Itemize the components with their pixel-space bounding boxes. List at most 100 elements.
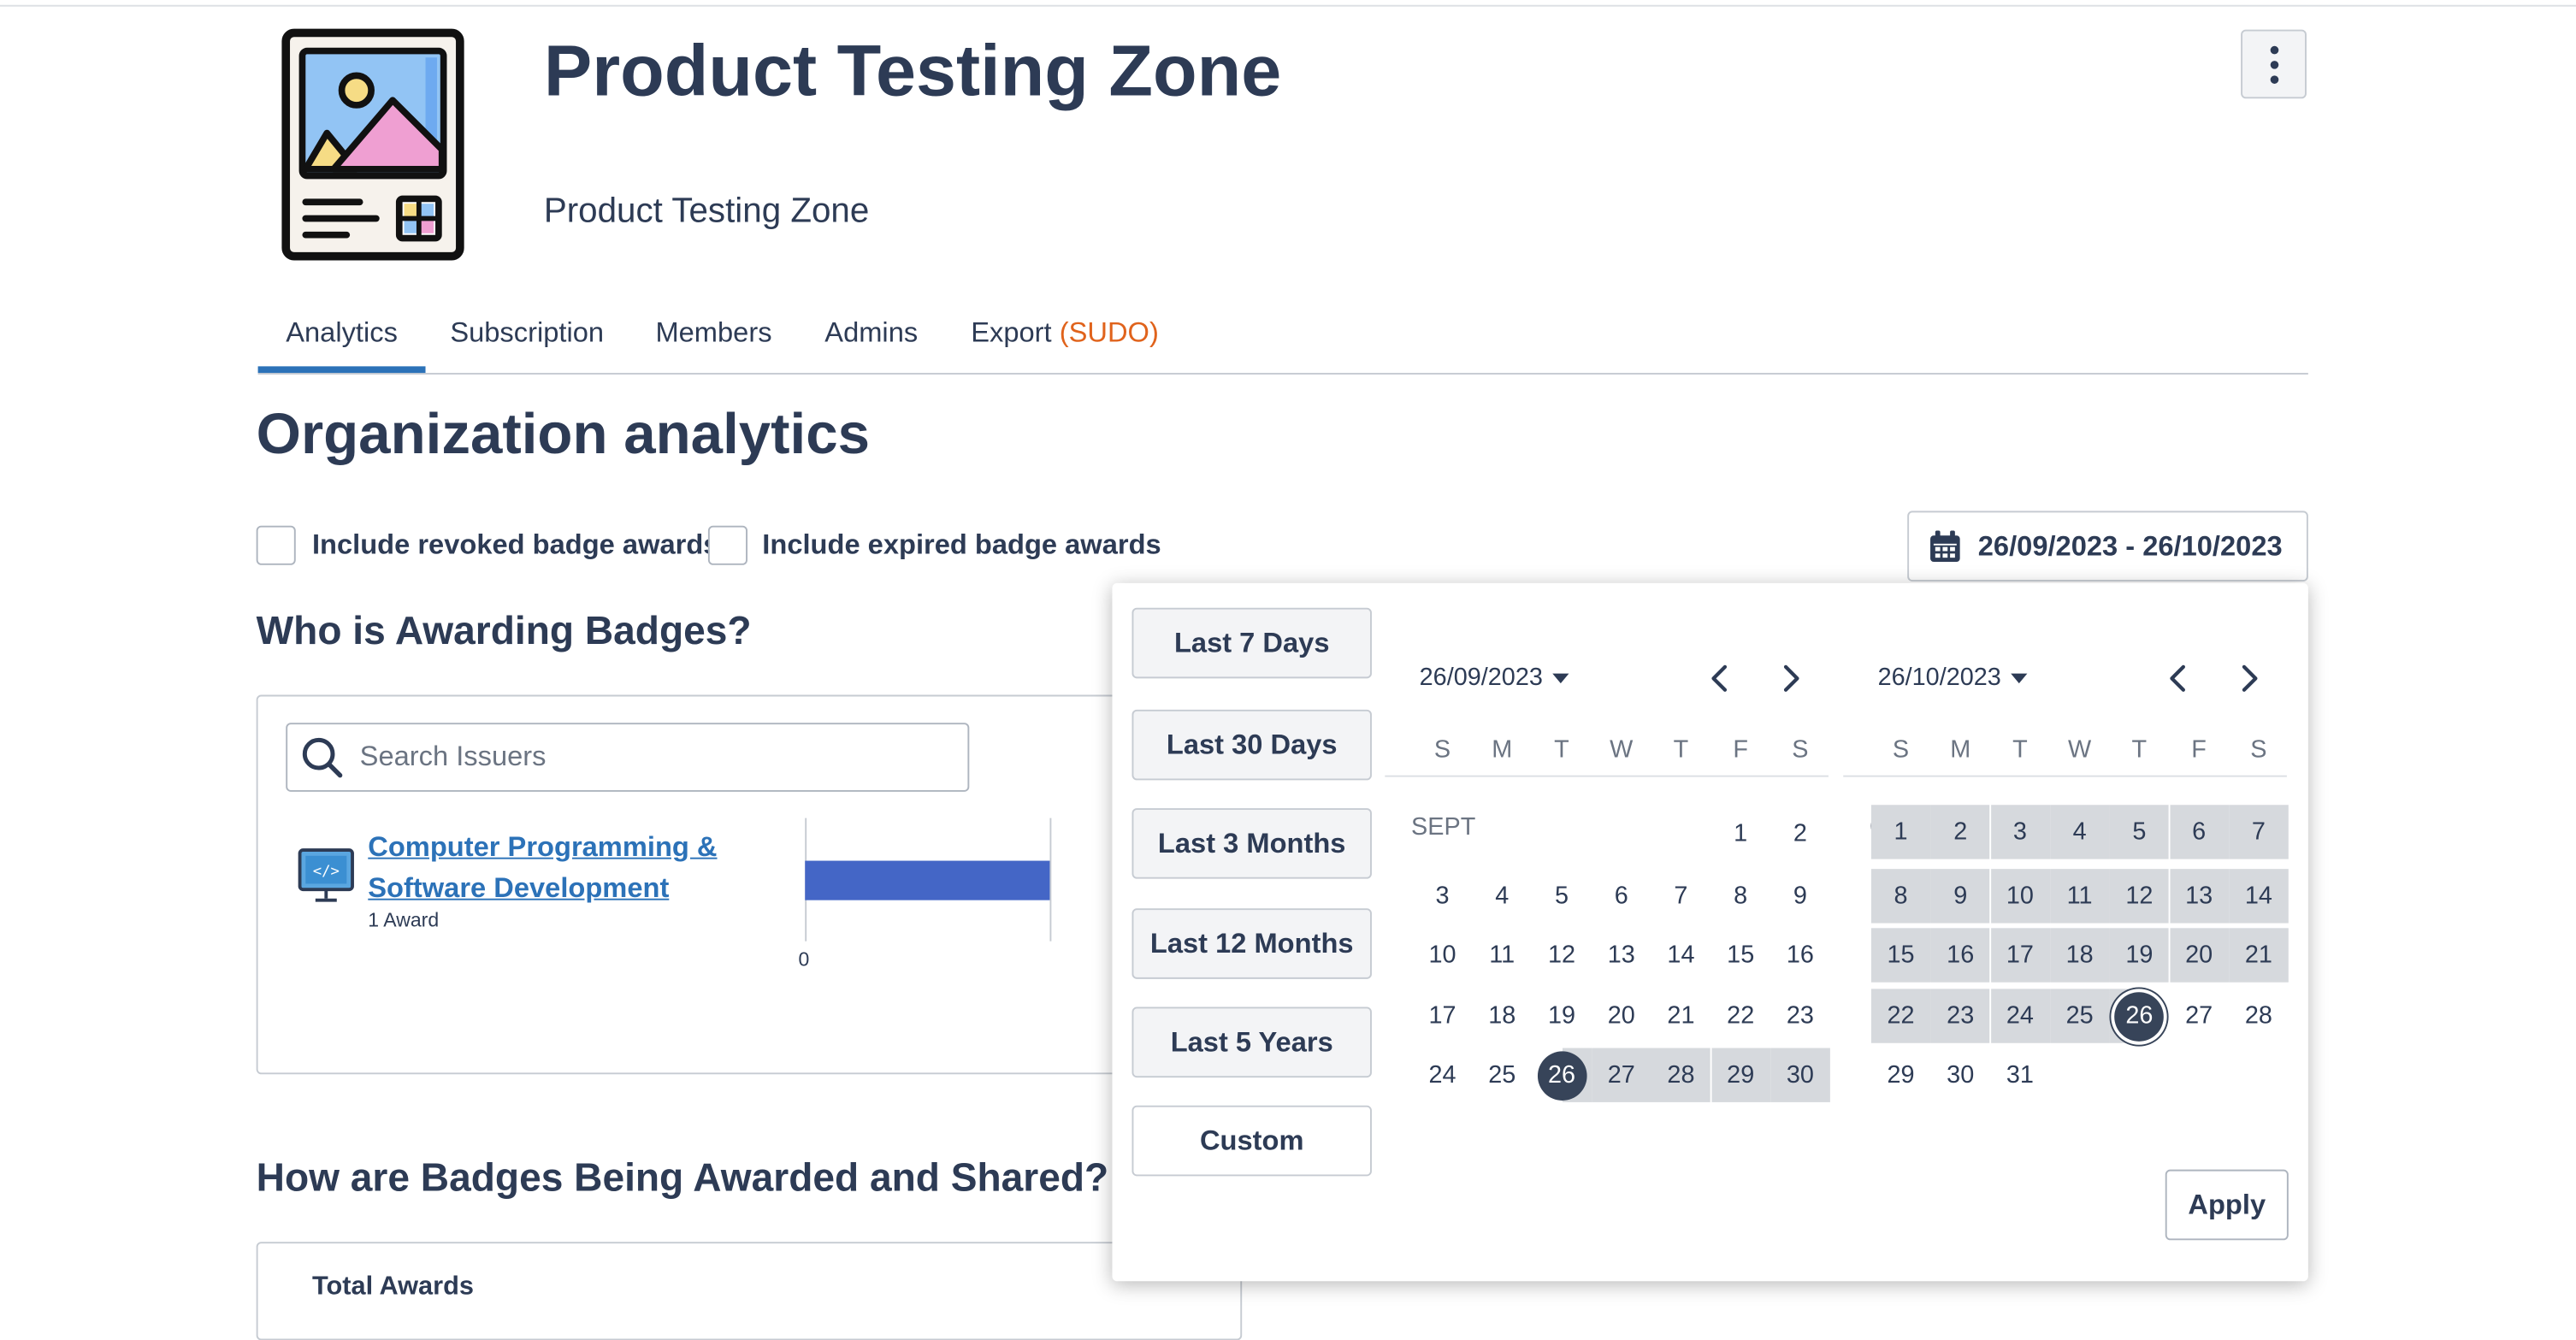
- preset-custom[interactable]: Custom: [1131, 1105, 1372, 1177]
- calendar-day[interactable]: 22: [1870, 989, 1931, 1043]
- search-issuers-field[interactable]: [286, 723, 970, 792]
- preset-last-7-days[interactable]: Last 7 Days: [1131, 607, 1372, 679]
- calendar-day[interactable]: 8: [1870, 869, 1931, 924]
- tab-export[interactable]: Export (SUDO): [971, 305, 1159, 371]
- calendar-day[interactable]: 30: [1931, 1048, 1990, 1102]
- include-expired-label[interactable]: Include expired badge awards: [762, 526, 1161, 565]
- calendar-day[interactable]: 19: [1532, 989, 1591, 1042]
- calendar-day[interactable]: 7: [1651, 869, 1710, 923]
- preset-last-3-months[interactable]: Last 3 Months: [1131, 808, 1372, 879]
- calendar-day[interactable]: 28: [1651, 1048, 1711, 1102]
- calendar-day[interactable]: 24: [1413, 1048, 1472, 1102]
- calendar-day[interactable]: 26: [1532, 1048, 1592, 1102]
- calendar-day-number: 7: [2251, 818, 2266, 847]
- calendar-day[interactable]: 7: [2229, 805, 2289, 859]
- calendar-day[interactable]: 16: [1770, 928, 1829, 982]
- calendar-day-number: 27: [2185, 1001, 2213, 1030]
- calendar-day[interactable]: 18: [2050, 928, 2110, 983]
- tab-admins[interactable]: Admins: [824, 305, 918, 371]
- calendar-day[interactable]: 28: [2229, 989, 2288, 1042]
- right-next-month-button[interactable]: [2233, 662, 2266, 694]
- tab-members[interactable]: Members: [655, 305, 771, 371]
- calendar-icon: [1930, 529, 1960, 561]
- calendar-day[interactable]: 21: [2229, 928, 2289, 983]
- calendar-day[interactable]: 25: [1473, 1048, 1532, 1102]
- right-month-select[interactable]: 26/10/2023: [1878, 664, 2028, 692]
- calendar-day[interactable]: 17: [1413, 989, 1472, 1042]
- include-revoked-label[interactable]: Include revoked badge awards: [312, 526, 718, 565]
- calendar-day[interactable]: 6: [2169, 805, 2229, 859]
- calendar-day-number: 23: [1786, 1001, 1814, 1030]
- calendar-day[interactable]: 20: [2169, 928, 2229, 983]
- calendar-day[interactable]: 3: [1990, 805, 2050, 859]
- date-range-button[interactable]: 26/09/2023 - 26/10/2023: [1907, 511, 2308, 581]
- right-weekday-row: SMTWTFS: [1843, 726, 2287, 777]
- calendar-day[interactable]: 16: [1930, 928, 1990, 983]
- calendar-day[interactable]: 30: [1770, 1048, 1830, 1102]
- calendar-day[interactable]: 9: [1770, 869, 1829, 923]
- page-title: Product Testing Zone: [543, 31, 1282, 112]
- calendar-day[interactable]: 19: [2109, 928, 2169, 983]
- calendar-day[interactable]: 31: [1990, 1048, 2049, 1102]
- calendar-day[interactable]: 11: [1473, 928, 1532, 982]
- calendar-day[interactable]: 17: [1990, 928, 2050, 983]
- calendar-day[interactable]: 21: [1651, 989, 1710, 1042]
- calendar-day[interactable]: 11: [2050, 869, 2110, 924]
- calendar-day[interactable]: 12: [2109, 869, 2169, 924]
- calendar-day[interactable]: 25: [2050, 989, 2110, 1043]
- tab-analytics[interactable]: Analytics: [257, 305, 426, 374]
- more-options-button[interactable]: [2241, 29, 2307, 99]
- calendar-day[interactable]: 13: [1592, 928, 1651, 982]
- calendar-day-number: 11: [1489, 941, 1515, 970]
- calendar-day[interactable]: 8: [1711, 869, 1770, 923]
- calendar-day[interactable]: 26: [2109, 989, 2169, 1043]
- left-next-month-button[interactable]: [1775, 662, 1807, 694]
- calendar-day[interactable]: 3: [1413, 869, 1472, 923]
- calendar-day[interactable]: 23: [1770, 989, 1829, 1042]
- calendar-day[interactable]: 5: [1532, 869, 1591, 923]
- calendar-day[interactable]: 4: [1473, 869, 1532, 923]
- calendar-day[interactable]: 9: [1930, 869, 1990, 924]
- calendar-day[interactable]: 6: [1592, 869, 1651, 923]
- apply-button[interactable]: Apply: [2165, 1169, 2289, 1241]
- calendar-day[interactable]: 2: [1930, 805, 1990, 859]
- calendar-day[interactable]: 27: [1592, 1048, 1651, 1102]
- calendar-day[interactable]: 15: [1711, 928, 1770, 982]
- calendar-day[interactable]: 1: [1870, 805, 1931, 859]
- calendar-day-number: 20: [2185, 941, 2213, 970]
- calendar-day[interactable]: 24: [1990, 989, 2050, 1043]
- calendar-day[interactable]: 27: [2170, 989, 2229, 1042]
- calendar-day[interactable]: 20: [1592, 989, 1651, 1042]
- left-month-select[interactable]: 26/09/2023: [1420, 664, 1569, 692]
- calendar-day[interactable]: 14: [2229, 869, 2289, 924]
- calendar-day[interactable]: 1: [1711, 806, 1770, 860]
- preset-last-5-years[interactable]: Last 5 Years: [1131, 1006, 1372, 1078]
- calendar-day[interactable]: 18: [1473, 989, 1532, 1042]
- calendar-day[interactable]: 29: [1710, 1048, 1770, 1102]
- page: Product Testing Zone Product Testing Zon…: [0, 0, 2576, 1340]
- calendar-day-number: 5: [1554, 882, 1569, 911]
- preset-last-12-months[interactable]: Last 12 Months: [1131, 908, 1372, 979]
- calendar-day[interactable]: 13: [2169, 869, 2229, 924]
- weekday-label: M: [1492, 735, 1513, 764]
- calendar-day[interactable]: 10: [1990, 869, 2050, 924]
- tab-subscription[interactable]: Subscription: [450, 305, 604, 371]
- left-prev-month-button[interactable]: [1704, 662, 1736, 694]
- calendar-day[interactable]: 29: [1871, 1048, 1930, 1102]
- issuer-link[interactable]: Computer Programming & Software Developm…: [368, 826, 730, 908]
- calendar-day-number: 22: [1887, 1001, 1915, 1030]
- calendar-day[interactable]: 23: [1930, 989, 1990, 1043]
- calendar-day[interactable]: 10: [1413, 928, 1472, 982]
- right-prev-month-button[interactable]: [2162, 662, 2195, 694]
- calendar-day[interactable]: 22: [1711, 989, 1770, 1042]
- calendar-day[interactable]: 15: [1870, 928, 1931, 983]
- calendar-day[interactable]: 12: [1532, 928, 1591, 982]
- search-issuers-input[interactable]: [356, 739, 955, 776]
- preset-last-30-days[interactable]: Last 30 Days: [1131, 709, 1372, 781]
- include-expired-checkbox[interactable]: [707, 525, 748, 565]
- calendar-day[interactable]: 14: [1651, 928, 1710, 982]
- include-revoked-checkbox[interactable]: [256, 525, 296, 565]
- calendar-day[interactable]: 5: [2109, 805, 2169, 859]
- calendar-day[interactable]: 2: [1770, 806, 1829, 860]
- calendar-day[interactable]: 4: [2050, 805, 2110, 859]
